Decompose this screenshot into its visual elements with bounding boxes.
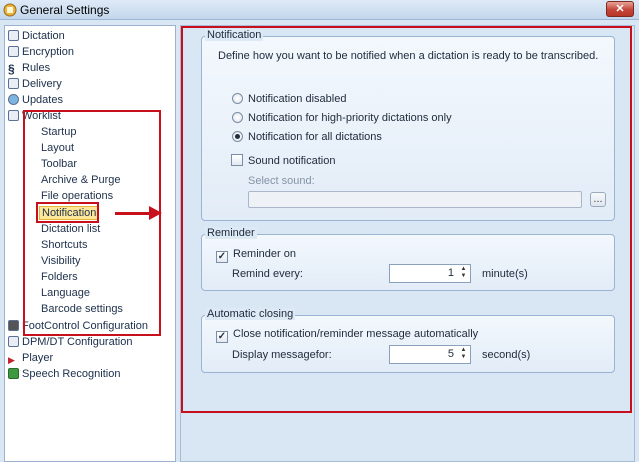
notification-highlight-box — [36, 202, 99, 223]
section-icon: § — [8, 62, 15, 76]
speaker-icon — [8, 30, 19, 41]
title-bar: General Settings ✕ — [0, 0, 639, 20]
tree-item-dpm-dt[interactable]: DPM/DT Configuration — [8, 334, 132, 350]
tree-item-dictation[interactable]: Dictation — [8, 28, 65, 44]
annotation-arrow-head — [149, 206, 162, 220]
worklist-highlight-box — [23, 110, 161, 336]
annotation-arrow-shaft — [115, 212, 150, 215]
content-highlight-box — [181, 26, 632, 413]
lock-icon — [8, 46, 19, 57]
tree-item-rules[interactable]: § Rules — [8, 60, 50, 76]
ftp-icon — [8, 78, 19, 89]
speech-icon — [8, 368, 19, 379]
list-icon — [8, 110, 19, 121]
player-icon: ▶ — [8, 355, 15, 365]
tree-item-player[interactable]: ▶ Player — [8, 350, 53, 366]
device-icon — [8, 336, 19, 347]
footcontrol-icon — [8, 320, 19, 331]
tree-item-delivery[interactable]: Delivery — [8, 76, 62, 92]
window-title: General Settings — [20, 3, 110, 17]
app-icon — [3, 3, 17, 17]
tree-item-speech-recognition[interactable]: Speech Recognition — [8, 366, 120, 382]
close-button[interactable]: ✕ — [606, 1, 634, 17]
globe-icon — [8, 94, 19, 105]
tree-item-updates[interactable]: Updates — [8, 92, 63, 108]
general-settings-window: General Settings ✕ Dictation Encryption … — [0, 0, 639, 462]
tree-item-encryption[interactable]: Encryption — [8, 44, 74, 60]
